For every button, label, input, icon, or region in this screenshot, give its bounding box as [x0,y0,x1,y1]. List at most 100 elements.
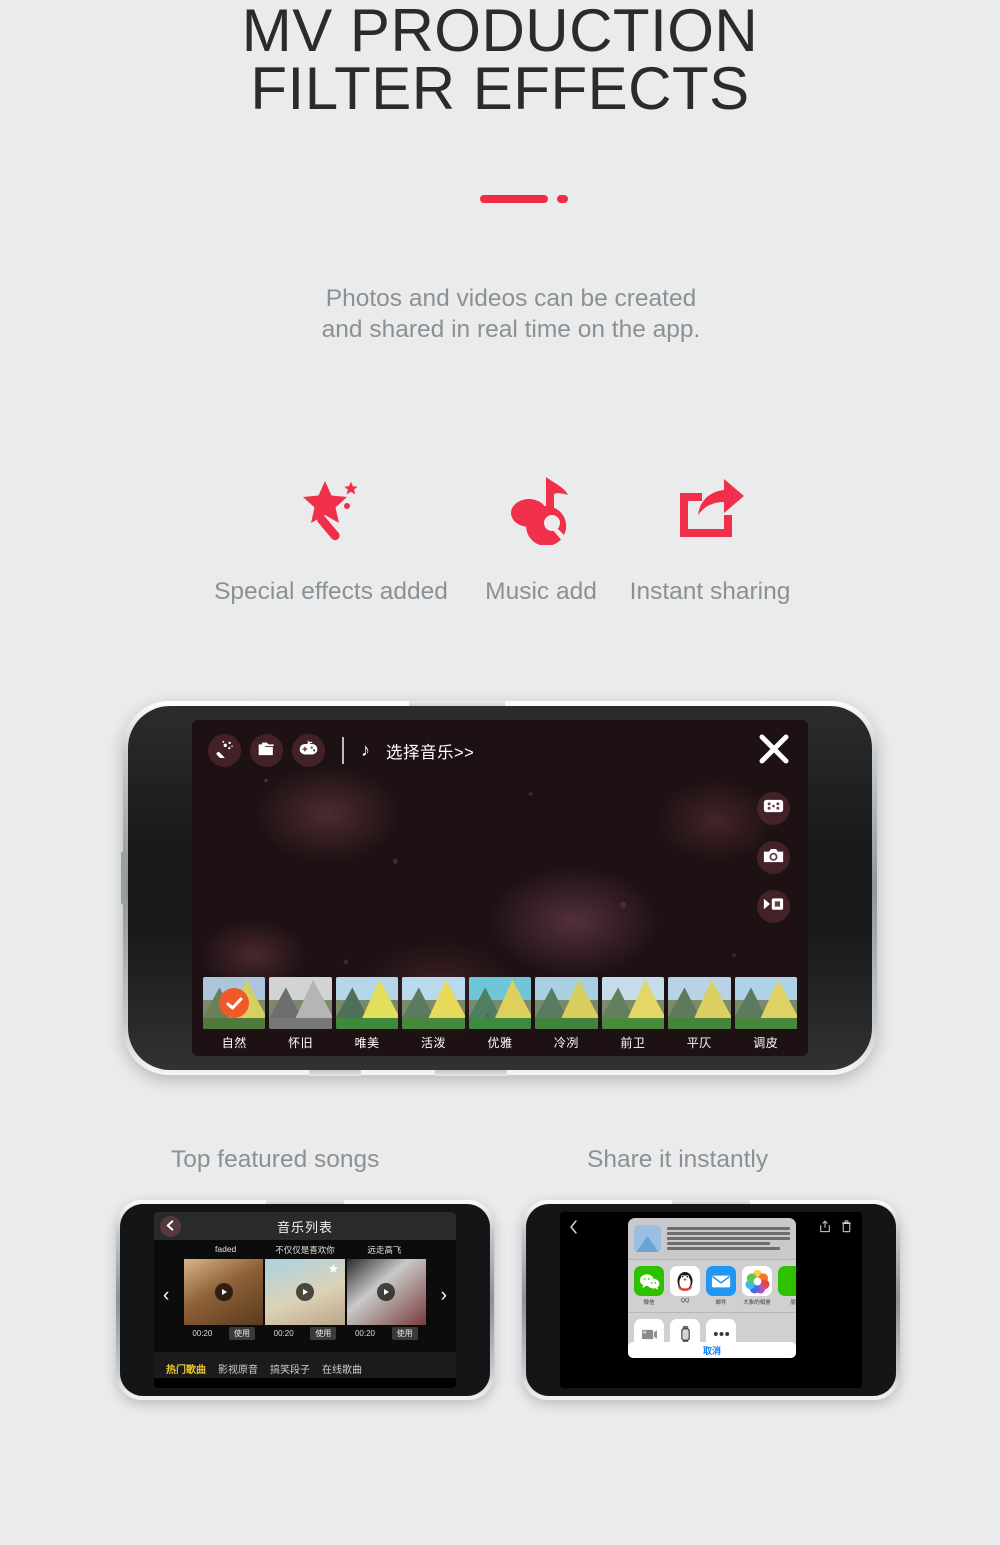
song-meta: 00:20 使用 [184,1327,263,1340]
song-card[interactable] [184,1259,264,1325]
thumb-grass [535,1017,598,1029]
mail-app-icon [706,1266,736,1296]
feature-label: Special effects added [214,578,448,605]
camera-button[interactable] [757,841,790,874]
thumb-grass [734,1017,797,1029]
preview-thumbnail [634,1225,661,1252]
qq-app-icon [670,1266,700,1296]
song-duration: 00:20 [273,1329,294,1338]
close-x-icon [759,734,789,764]
feature-label: Music add [485,578,597,605]
filter-item[interactable]: 冷冽 [535,977,598,1051]
caption-top-songs: Top featured songs [171,1146,380,1173]
magic-wand-icon [294,470,368,548]
music-list-screen: 音乐列表 faded 不仅仅是喜欢你 远走高飞 ★ ‹ › 00:20 使用 0… [154,1212,456,1388]
song-name: faded [215,1244,237,1254]
song-card[interactable] [346,1259,426,1325]
preview-text-lines [667,1225,790,1250]
filter-item[interactable]: 唯美 [335,977,399,1051]
folder-button[interactable] [250,734,283,767]
video-button[interactable] [757,890,790,923]
thumb-grass [468,1017,532,1029]
landing-page: MV PRODUCTION FILTER EFFECTS Photos and … [0,0,1000,1545]
game-button[interactable] [292,734,325,767]
filter-item[interactable]: 怀旧 [269,977,332,1051]
share-icon [820,1220,830,1233]
camera-icon [763,847,784,869]
next-arrow-button[interactable]: › [441,1285,447,1307]
thumb-grass [203,1017,266,1029]
share-button[interactable] [819,1220,831,1238]
prev-arrow-button[interactable]: ‹ [163,1285,169,1307]
thumb-sky [601,977,665,1001]
text-line [667,1227,790,1230]
video-icon [763,896,784,917]
filter-label: 冷冽 [553,1036,579,1050]
share-top-actions [819,1220,852,1238]
share-phone-mockup: 微信 QQ 邮件 大象的相册 朋 取消 [522,1200,900,1400]
feature-special-effects: Special effects added [190,470,472,606]
share-arrow-icon [672,470,748,548]
filter-item[interactable]: 活泼 [402,977,465,1051]
close-button[interactable] [757,732,791,766]
use-song-button[interactable]: 使用 [391,1327,418,1340]
song-duration: 00:20 [354,1329,375,1338]
filter-item[interactable]: 优雅 [468,977,532,1051]
filter-label: 优雅 [487,1036,513,1050]
thumb-sky [402,977,465,1001]
editor-toolbar: ♪ 选择音乐>> [208,734,474,767]
app-label: 微信 [643,1300,655,1306]
select-music-label[interactable]: 选择音乐>> [386,739,474,763]
filter-item[interactable]: 平仄 [668,977,731,1051]
right-controls [757,792,790,923]
share-app-row: 微信 QQ 邮件 大象的相册 朋 [628,1259,796,1312]
tab-movie-audio[interactable]: 影视原音 [218,1361,258,1376]
share-app-qq[interactable]: QQ [670,1266,700,1306]
title-line-2: FILTER EFFECTS [250,55,750,122]
delete-button[interactable] [841,1220,852,1238]
use-song-button[interactable]: 使用 [310,1327,337,1340]
share-sheet-panel: 微信 QQ 邮件 大象的相册 朋 [628,1218,796,1355]
filter-button[interactable] [757,792,790,825]
text-line [667,1247,781,1250]
filter-thumbnail [601,977,665,1029]
play-icon[interactable] [377,1283,396,1301]
share-app-moments[interactable]: 朋 [778,1266,796,1306]
phone-frame: 微信 QQ 邮件 大象的相册 朋 取消 [522,1200,900,1400]
divider-dash [480,195,548,203]
song-card[interactable]: ★ [265,1259,345,1325]
thumb-grass [335,1017,399,1029]
music-disc-icon [502,470,580,548]
share-preview [628,1218,796,1259]
tab-online-songs[interactable]: 在线歌曲 [322,1361,362,1376]
share-app-mail[interactable]: 邮件 [706,1266,736,1306]
back-button[interactable] [160,1216,181,1237]
feature-label: Instant sharing [629,578,791,605]
phone-frame: 音乐列表 faded 不仅仅是喜欢你 远走高飞 ★ ‹ › 00:20 使用 0… [116,1200,494,1400]
play-icon[interactable] [214,1283,233,1301]
wechat-moments-icon [778,1266,796,1296]
filter-label: 活泼 [421,1036,447,1050]
tab-funny-clips[interactable]: 搞笑段子 [270,1361,310,1376]
thumb-grass [402,1017,465,1029]
song-duration: 00:20 [192,1329,213,1338]
share-app-wechat[interactable]: 微信 [634,1266,664,1306]
tab-hot-songs[interactable]: 热门歌曲 [166,1361,206,1376]
chevron-left-icon [569,1220,578,1238]
back-button[interactable] [569,1220,578,1238]
filter-item[interactable]: 调皮 [734,977,797,1051]
filter-item[interactable]: 前卫 [601,977,665,1051]
app-label: 邮件 [715,1300,727,1306]
filter-thumbnail [402,977,465,1029]
use-song-button[interactable]: 使用 [228,1327,255,1340]
filter-item[interactable]: 自然 [203,977,266,1051]
accent-divider [0,195,1000,203]
effects-button[interactable] [208,734,241,767]
play-icon[interactable] [295,1283,314,1301]
app-screen: ♪ 选择音乐>> 自然 怀旧 唯美 活泼 优雅 冷冽 前卫 平仄 调皮 [192,720,808,1056]
cancel-button[interactable]: 取消 [628,1342,796,1358]
app-label: 大象的相册 [743,1300,771,1306]
filter-label: 平仄 [686,1036,712,1050]
song-meta-row: 00:20 使用 00:20 使用 00:20 使用 [154,1325,456,1340]
share-app-photos[interactable]: 大象的相册 [742,1266,772,1306]
